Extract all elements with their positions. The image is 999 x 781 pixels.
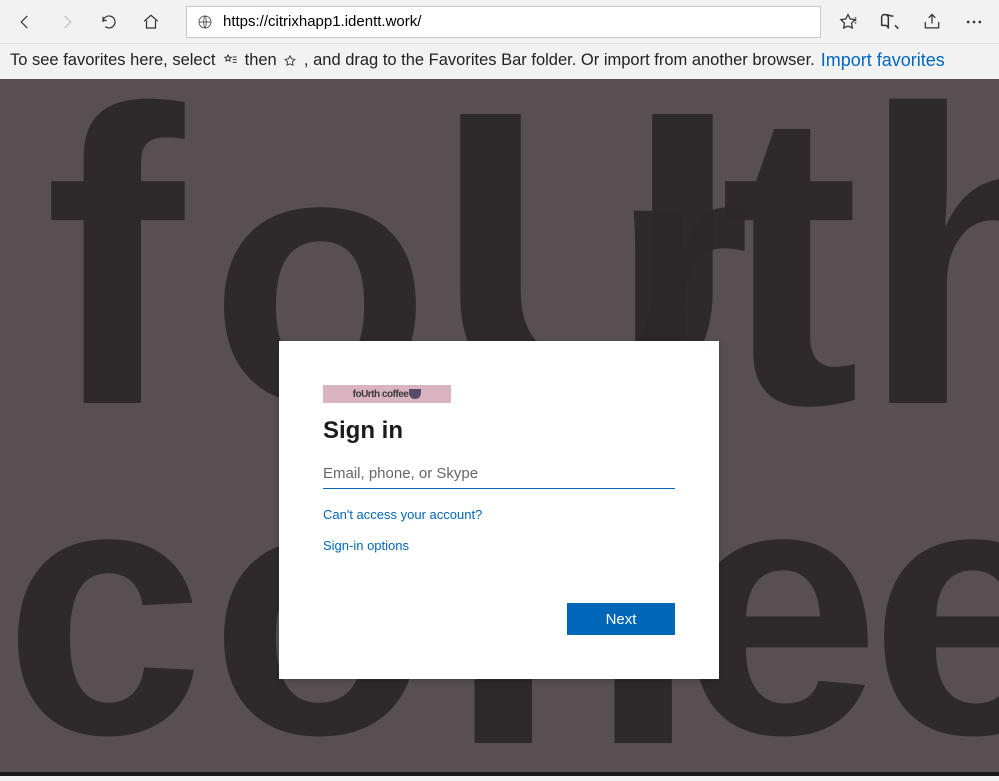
browser-toolbar (0, 0, 999, 44)
reading-list-button[interactable] (869, 3, 911, 41)
back-button[interactable] (4, 3, 46, 41)
favorites-bar: To see favorites here, select then , and… (0, 44, 999, 79)
bg-letter: e (870, 429, 999, 776)
coffee-cup-icon (409, 389, 421, 399)
favorites-hint-text: To see favorites here, select then , and… (10, 51, 815, 70)
favorites-button[interactable] (827, 3, 869, 41)
share-button[interactable] (911, 3, 953, 41)
site-info-icon[interactable] (193, 14, 217, 30)
forward-button[interactable] (46, 3, 88, 41)
next-button[interactable]: Next (567, 603, 675, 635)
refresh-button[interactable] (88, 3, 130, 41)
address-bar[interactable] (186, 6, 821, 38)
signin-card: foUrth coffee Sign in Can't access your … (279, 341, 719, 679)
page-content: f o U r th c o ff e e foUrth coffee Sign… (0, 79, 999, 776)
more-button[interactable] (953, 3, 995, 41)
brand-logo-text: foUrth coffee (353, 389, 409, 400)
email-field[interactable] (323, 459, 675, 489)
import-favorites-link[interactable]: Import favorites (821, 50, 945, 71)
signin-title: Sign in (323, 417, 675, 445)
home-button[interactable] (130, 3, 172, 41)
star-list-icon (222, 53, 238, 69)
bg-letter: c (4, 429, 204, 776)
cant-access-link[interactable]: Can't access your account? (323, 507, 482, 522)
star-icon (283, 54, 297, 68)
signin-options-link[interactable]: Sign-in options (323, 538, 409, 553)
url-input[interactable] (217, 9, 814, 34)
brand-logo: foUrth coffee (323, 385, 451, 403)
